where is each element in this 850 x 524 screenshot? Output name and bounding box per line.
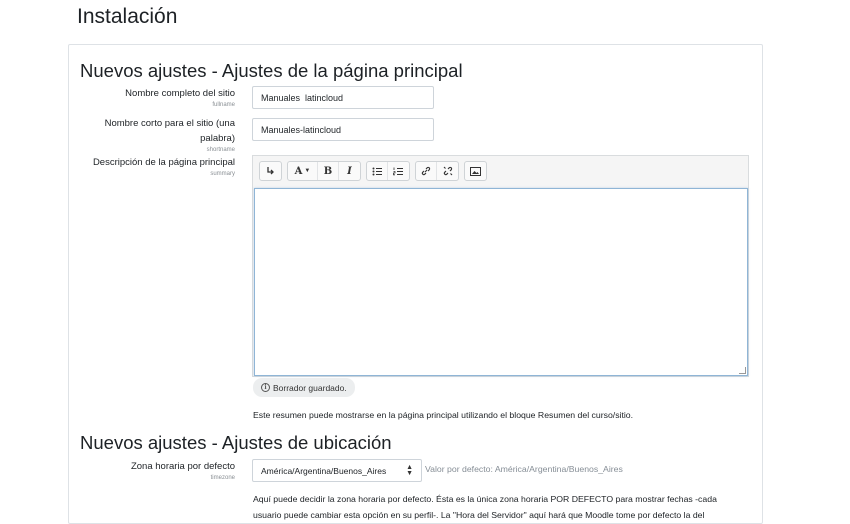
paragraph-format-icon[interactable] — [260, 162, 281, 180]
link-icon[interactable] — [416, 162, 437, 180]
fullname-setting-id: fullname — [212, 102, 235, 108]
timezone-setting-id: timezone — [210, 475, 235, 481]
page-title: Instalación — [77, 5, 178, 28]
draft-status-badge: i Borrador guardado. — [253, 378, 355, 397]
unlink-icon[interactable] — [437, 162, 458, 180]
summary-textarea[interactable] — [254, 188, 748, 376]
select-arrows-icon: ▲ ▼ — [406, 463, 413, 477]
image-icon[interactable] — [465, 162, 486, 180]
timezone-default-value: Valor por defecto: América/Argentina/Bue… — [425, 464, 623, 474]
section-title-location: Nuevos ajustes - Ajustes de ubicación — [80, 432, 392, 453]
info-icon: i — [261, 383, 270, 392]
ordered-list-icon[interactable] — [388, 162, 409, 180]
shortname-label: Nombre corto para el sitio (una palabra)… — [104, 118, 235, 153]
resize-handle[interactable] — [739, 367, 746, 374]
summary-editor: A ▼ B I — [252, 155, 749, 377]
summary-help-text: Este resumen puede mostrarse en la págin… — [253, 410, 634, 420]
summary-setting-id: summary — [210, 171, 235, 177]
shortname-input[interactable] — [252, 118, 434, 141]
bold-button[interactable]: B — [318, 162, 339, 180]
shortname-setting-id: shortname — [206, 147, 235, 153]
summary-label: Descripción de la página principal summa… — [92, 157, 235, 177]
timezone-select[interactable]: América/Argentina/Buenos_Aires ▲ ▼ — [252, 459, 422, 482]
font-style-button[interactable]: A ▼ — [288, 162, 318, 180]
fullname-input[interactable] — [252, 86, 434, 109]
italic-button[interactable]: I — [339, 162, 360, 180]
unordered-list-icon[interactable] — [367, 162, 388, 180]
fullname-label: Nombre completo del sitio fullname — [125, 88, 235, 108]
timezone-label: Zona horaria por defecto timezone — [130, 461, 235, 481]
section-title-frontpage: Nuevos ajustes - Ajustes de la página pr… — [80, 60, 463, 81]
timezone-description: Aquí puede decidir la zona horaria por d… — [253, 494, 717, 520]
